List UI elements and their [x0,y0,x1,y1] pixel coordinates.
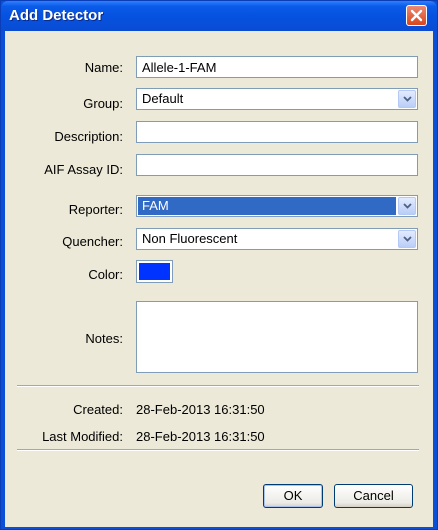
description-field[interactable] [136,121,418,143]
ok-button[interactable]: OK [263,484,323,508]
quencher-label: Quencher: [62,234,123,249]
title-bar[interactable]: Add Detector [1,1,437,31]
separator-bottom [17,449,419,451]
close-button[interactable] [406,5,427,26]
chevron-down-icon [403,236,412,242]
dialog-title: Add Detector [9,7,104,24]
group-select[interactable]: Default [136,88,418,110]
add-detector-dialog: Add Detector Name: Allele-1-FAM Group: D… [0,0,438,530]
aif-assay-id-label: AIF Assay ID: [44,162,123,177]
reporter-select-value: FAM [138,197,396,215]
color-label: Color: [88,267,123,282]
last-modified-value: 28-Feb-2013 16:31:50 [136,429,265,444]
group-dropdown-button[interactable] [398,90,416,108]
color-swatch-fill [139,263,170,280]
name-label: Name: [84,60,123,75]
quencher-dropdown-button[interactable] [398,230,416,248]
description-label: Description: [54,129,123,144]
close-icon [410,9,423,22]
notes-label: Notes: [85,331,123,346]
separator-top [17,385,419,387]
created-value: 28-Feb-2013 16:31:50 [136,402,265,417]
group-label: Group: [83,96,123,111]
created-label: Created: [73,402,123,417]
quencher-select[interactable]: Non Fluorescent [136,228,418,250]
chevron-down-icon [403,96,412,102]
name-field[interactable]: Allele-1-FAM [136,56,418,78]
aif-assay-id-field[interactable] [136,154,418,176]
group-select-value: Default [142,91,184,106]
quencher-select-value: Non Fluorescent [142,231,238,246]
reporter-label: Reporter: [68,202,123,217]
reporter-dropdown-button[interactable] [398,197,416,215]
last-modified-label: Last Modified: [42,429,123,444]
notes-textarea[interactable] [136,301,418,373]
color-picker-button[interactable] [136,260,173,283]
dialog-body: Name: Allele-1-FAM Group: Default Descri… [5,31,433,527]
cancel-button[interactable]: Cancel [334,484,413,508]
reporter-select[interactable]: FAM [136,195,418,217]
chevron-down-icon [403,203,412,209]
